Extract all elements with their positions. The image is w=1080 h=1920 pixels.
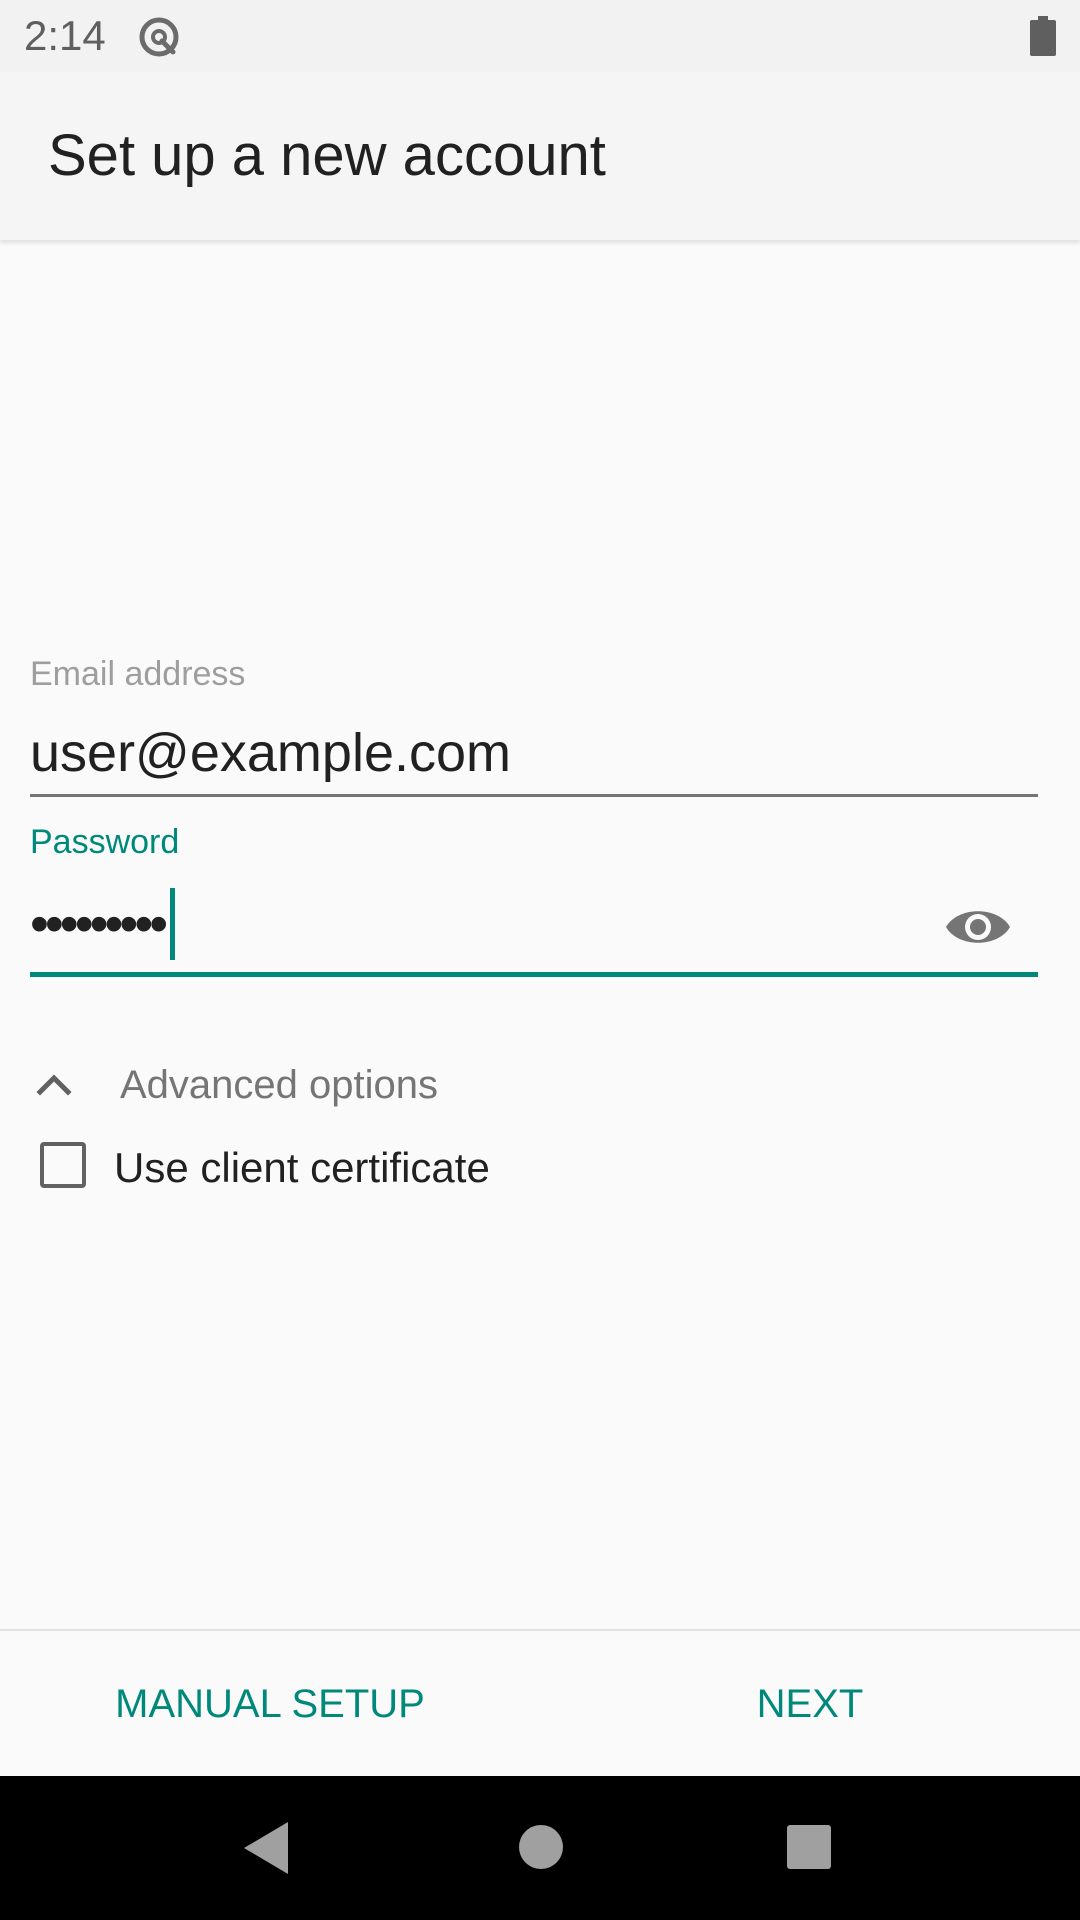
app-bar: Set up a new account: [0, 72, 1080, 240]
text-cursor: [170, 888, 176, 960]
advanced-options-toggle[interactable]: Advanced options: [24, 1050, 724, 1118]
button-bar: MANUAL SETUP NEXT: [0, 1631, 1080, 1776]
next-button[interactable]: NEXT: [730, 1659, 890, 1749]
manual-setup-button[interactable]: MANUAL SETUP: [100, 1659, 440, 1749]
navigation-bar: [0, 1776, 1080, 1920]
back-icon[interactable]: [242, 1820, 290, 1876]
at-sign-icon: [139, 17, 179, 57]
battery-icon: [1030, 16, 1056, 56]
password-masked-text: •••••••••: [30, 894, 168, 954]
client-certificate-label: Use client certificate: [114, 1144, 490, 1191]
chevron-up-icon: [36, 1074, 72, 1096]
status-bar: 2:14: [0, 0, 1080, 72]
eye-icon[interactable]: [944, 900, 1012, 954]
password-label: Password: [30, 823, 180, 861]
status-time: 2:14: [24, 12, 106, 59]
password-underline: [30, 972, 1038, 977]
email-field[interactable]: user@example.com: [30, 722, 511, 784]
password-field[interactable]: •••••••••: [30, 888, 176, 960]
recents-icon[interactable]: [786, 1824, 832, 1870]
advanced-options-label: Advanced options: [120, 1063, 439, 1107]
client-certificate-option[interactable]: Use client certificate: [24, 1134, 724, 1204]
screen: 2:14 Set up a new account Email address …: [0, 0, 1080, 1920]
client-certificate-checkbox[interactable]: [40, 1142, 86, 1188]
email-underline: [30, 794, 1038, 797]
page-title: Set up a new account: [48, 123, 606, 188]
email-label: Email address: [30, 655, 246, 693]
home-icon[interactable]: [518, 1824, 564, 1870]
